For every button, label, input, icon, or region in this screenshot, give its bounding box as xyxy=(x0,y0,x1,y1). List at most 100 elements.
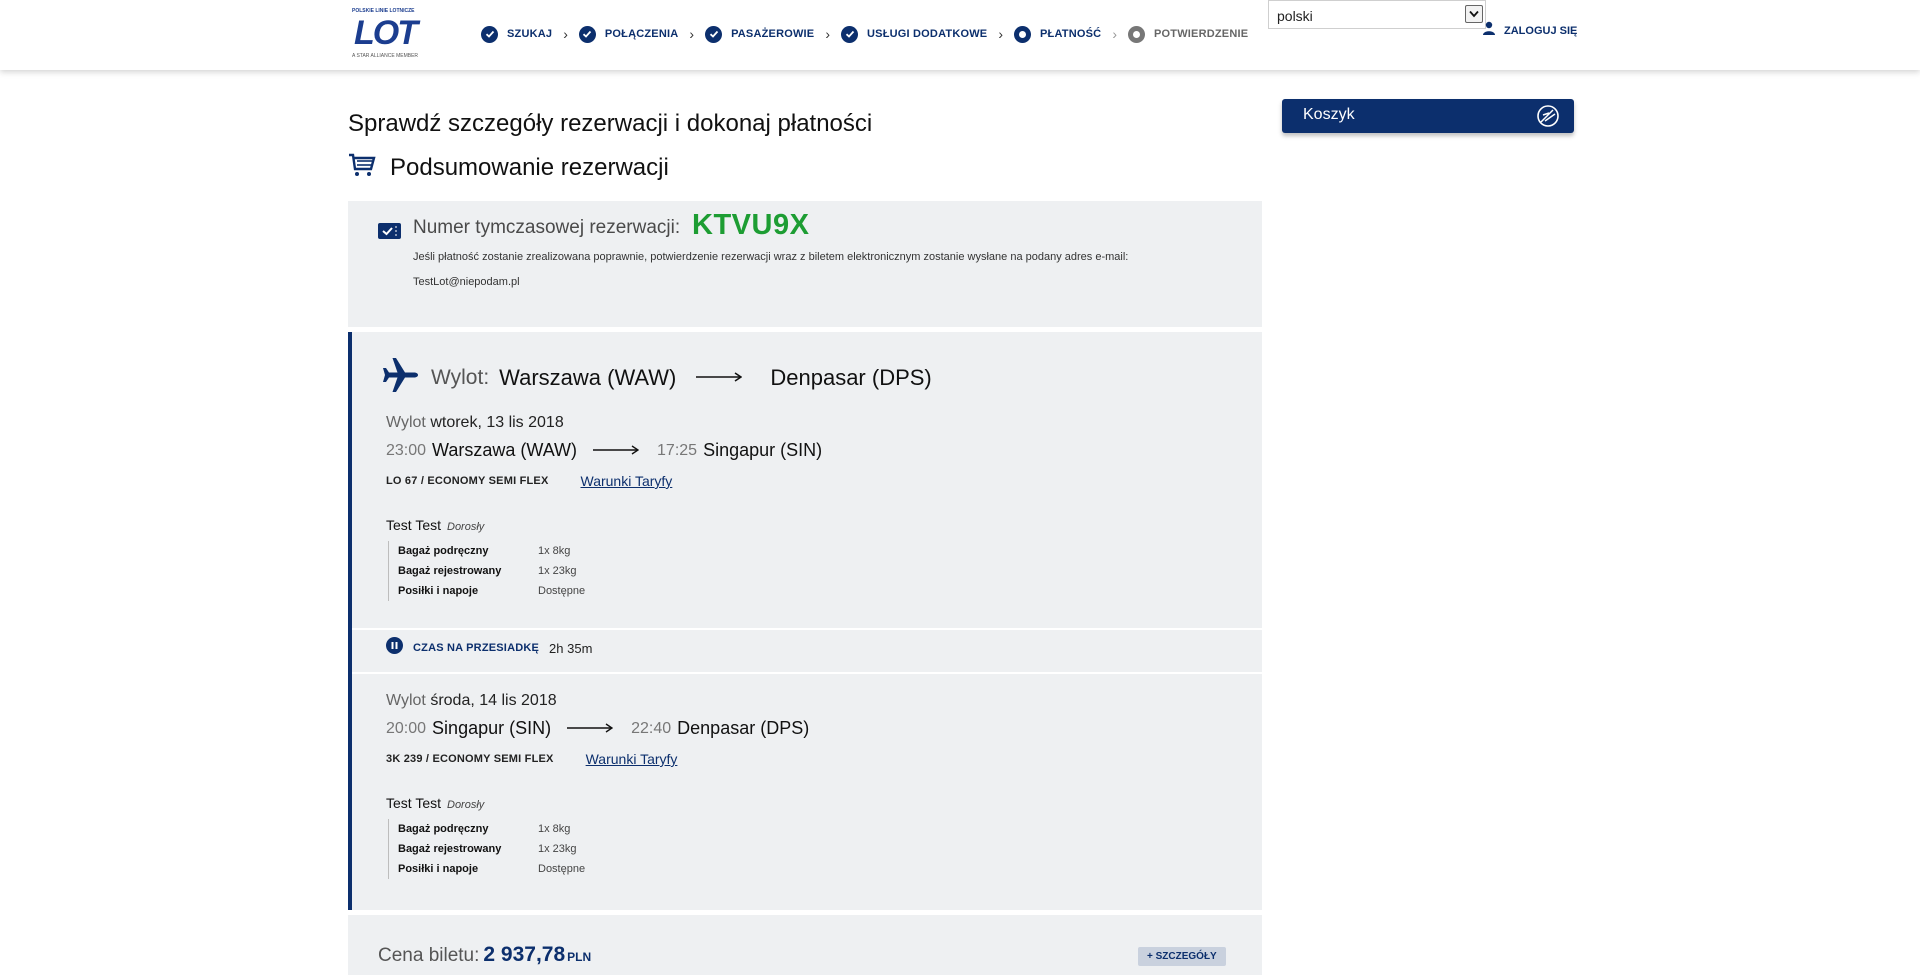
login-label: ZALOGUJ SIĘ xyxy=(1504,24,1578,37)
summary-heading: Podsumowanie rezerwacji xyxy=(348,153,669,182)
baggage-value: 1x 23kg xyxy=(538,843,577,855)
reservation-email: TestLot@niepodam.pl xyxy=(413,276,520,288)
fare-code: 3K 239 / ECONOMY SEMI FLEX xyxy=(386,753,554,765)
chevron-right-icon: › xyxy=(825,26,831,42)
baggage-list: Bagaż podręczny 1x 8kg Bagaż rejestrowany… xyxy=(388,541,822,601)
step-label: SZUKAJ xyxy=(507,28,553,40)
arrival-time: 17:25 xyxy=(657,441,698,459)
baggage-label: Bagaż rejestrowany xyxy=(398,565,502,577)
fare-conditions-link[interactable]: Warunki Taryfy xyxy=(581,473,673,489)
price-details-button[interactable]: + SZCZEGÓŁY xyxy=(1138,947,1226,966)
segment-times: 23:00 Warszawa (WAW) 17:25 Singapur (SIN… xyxy=(386,440,822,461)
segment-divider xyxy=(352,628,1262,630)
chevron-down-icon[interactable] xyxy=(1465,5,1483,23)
baggage-value: 1x 8kg xyxy=(538,823,571,835)
logo-mark: LOT xyxy=(354,14,418,52)
cart-title: Koszyk xyxy=(1303,106,1355,123)
baggage-row: Bagaż podręczny 1x 8kg xyxy=(398,819,809,839)
segment-date: Wylot środa, 14 lis 2018 xyxy=(386,692,809,710)
baggage-label: Posiłki i napoje xyxy=(398,585,479,597)
arrival-place: Denpasar (DPS) xyxy=(677,718,810,738)
step-label: PŁATNOŚĆ xyxy=(1040,28,1102,40)
segment-date-label: Wylot xyxy=(386,692,426,709)
login-link[interactable]: ZALOGUJ SIĘ xyxy=(1482,21,1577,40)
arrival-place: Singapur (SIN) xyxy=(703,440,823,460)
chevron-right-icon: › xyxy=(689,26,695,42)
segment-date-label: Wylot xyxy=(386,414,426,431)
baggage-label: Posiłki i napoje xyxy=(398,863,479,875)
baggage-value: 1x 23kg xyxy=(538,565,577,577)
step-uslugi-dodatkowe[interactable]: USŁUGI DODATKOWE xyxy=(841,23,987,45)
passenger-name-value: Test Test xyxy=(386,517,441,533)
top-header: POLSKIE LINIE LOTNICZE LOT A STAR ALLIAN… xyxy=(0,0,1920,70)
step-pasazerowie[interactable]: PASAŻEROWIE xyxy=(705,23,814,45)
flight-segment: Wylot środa, 14 lis 2018 20:00 Singapur … xyxy=(386,692,809,879)
flight-segment: Wylot wtorek, 13 lis 2018 23:00 Warszawa… xyxy=(386,414,822,601)
baggage-label: Bagaż rejestrowany xyxy=(398,843,502,855)
summary-title: Podsumowanie rezerwacji xyxy=(390,153,669,181)
passenger-type: Dorosły xyxy=(447,799,485,811)
crane-logo-icon xyxy=(1536,104,1560,133)
language-select[interactable]: polski xyxy=(1268,0,1486,29)
reservation-card: Numer tymczasowej rezerwacji: KTVU9X Jeś… xyxy=(348,201,1262,327)
page-title: Sprawdź szczegóły rezerwacji i dokonaj p… xyxy=(348,110,873,137)
baggage-row: Bagaż rejestrowany 1x 23kg xyxy=(398,561,822,581)
fare-code: LO 67 / ECONOMY SEMI FLEX xyxy=(386,475,549,487)
reservation-code: KTVU9X xyxy=(692,209,810,241)
ticket-price: Cena biletu: 2 937,78 PLN xyxy=(378,943,591,967)
direction-label: Wylot: xyxy=(431,366,490,389)
route-origin: Warszawa (WAW) xyxy=(499,365,677,390)
plane-icon xyxy=(382,356,420,399)
step-label: POTWIERDZENIE xyxy=(1153,28,1249,40)
baggage-value: Dostępne xyxy=(538,585,586,597)
pause-icon xyxy=(386,637,403,659)
step-label: POŁĄCZENIA xyxy=(604,28,679,40)
transfer-time: 2h 35m xyxy=(549,640,593,656)
segment-date-value: środa, 14 lis 2018 xyxy=(430,692,557,709)
baggage-row: Posiłki i napoje Dostępne xyxy=(398,581,822,601)
transfer-info: CZAS NA PRZESIADKĘ 2h 35m xyxy=(386,637,592,659)
arrow-right-icon xyxy=(567,720,614,738)
departure-time: 20:00 xyxy=(386,719,427,737)
logo-alliance: A STAR ALLIANCE MEMBER xyxy=(352,53,419,59)
segment-date-value: wtorek, 13 lis 2018 xyxy=(430,414,564,431)
transfer-label: CZAS NA PRZESIADKĘ xyxy=(413,642,540,654)
baggage-row: Posiłki i napoje Dostępne xyxy=(398,859,809,879)
fare-conditions-link[interactable]: Warunki Taryfy xyxy=(586,751,678,767)
price-card: Cena biletu: 2 937,78 PLN + SZCZEGÓŁY xyxy=(348,915,1262,975)
arrow-right-icon xyxy=(696,369,743,387)
reservation-number-label: Numer tymczasowej rezerwacji: xyxy=(413,217,681,238)
current-step-icon xyxy=(1014,25,1032,43)
segment-fare: LO 67 / ECONOMY SEMI FLEX Warunki Taryfy xyxy=(386,473,822,489)
baggage-row: Bagaż rejestrowany 1x 23kg xyxy=(398,839,809,859)
lot-logo[interactable]: POLSKIE LINIE LOTNICZE LOT A STAR ALLIAN… xyxy=(350,6,434,62)
check-icon xyxy=(578,25,596,43)
step-label: PASAŻEROWIE xyxy=(731,28,815,40)
departure-place: Warszawa (WAW) xyxy=(432,440,578,460)
check-icon xyxy=(705,25,723,43)
step-szukaj[interactable]: SZUKAJ xyxy=(481,23,552,45)
departure-place: Singapur (SIN) xyxy=(432,718,552,738)
flight-card: Wylot: Warszawa (WAW) Denpasar (DPS) Wyl… xyxy=(348,332,1262,910)
cart-panel[interactable]: Koszyk xyxy=(1282,99,1574,133)
arrow-right-icon xyxy=(593,442,640,460)
baggage-label: Bagaż podręczny xyxy=(398,823,489,835)
pending-step-icon xyxy=(1127,25,1145,43)
baggage-row: Bagaż podręczny 1x 8kg xyxy=(398,541,822,561)
departure-time: 23:00 xyxy=(386,441,427,459)
chevron-right-icon: › xyxy=(998,26,1004,42)
passenger-name-value: Test Test xyxy=(386,795,441,811)
baggage-value: Dostępne xyxy=(538,863,586,875)
check-icon xyxy=(841,25,859,43)
user-icon xyxy=(1482,21,1496,40)
ticket-price-currency: PLN xyxy=(567,950,592,964)
route-header: Wylot: Warszawa (WAW) Denpasar (DPS) xyxy=(431,365,932,391)
segment-times: 20:00 Singapur (SIN) 22:40 Denpasar (DPS… xyxy=(386,718,809,739)
segment-fare: 3K 239 / ECONOMY SEMI FLEX Warunki Taryf… xyxy=(386,751,809,767)
baggage-value: 1x 8kg xyxy=(538,545,571,557)
passenger-type: Dorosły xyxy=(447,521,485,533)
step-polaczenia[interactable]: POŁĄCZENIA xyxy=(578,23,679,45)
passenger-name: Test Test Dorosły xyxy=(386,795,809,811)
chevron-right-icon: › xyxy=(563,26,568,42)
baggage-label: Bagaż podręczny xyxy=(398,545,489,557)
